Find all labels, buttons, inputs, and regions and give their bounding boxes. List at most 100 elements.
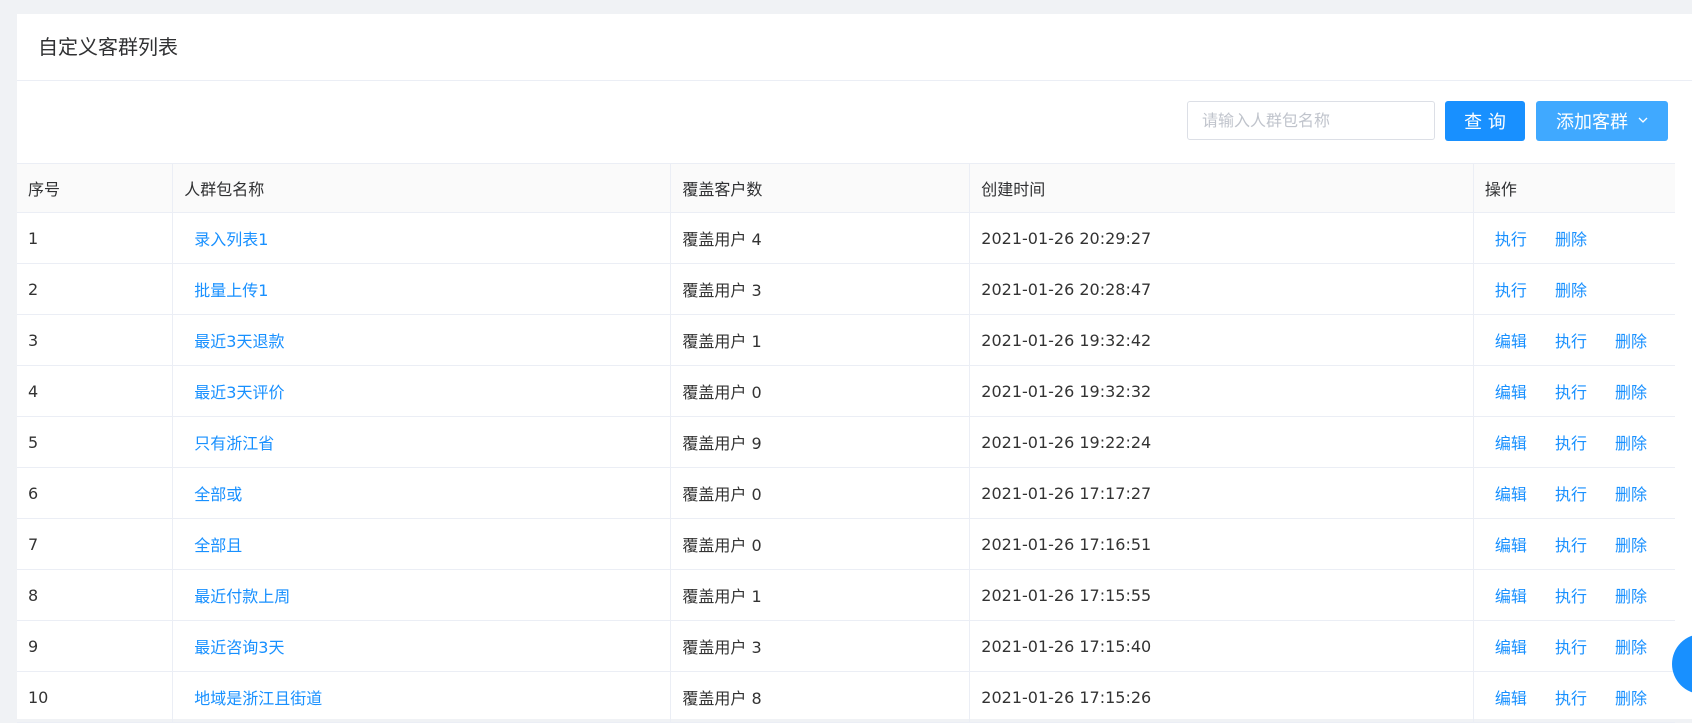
name-cell: 录入列表1: [172, 212, 672, 264]
audience-name-link[interactable]: 批量上传1: [194, 281, 268, 300]
edit-link[interactable]: 编辑: [1495, 685, 1527, 709]
ops-cell: 编辑 执行 删除: [1473, 671, 1675, 723]
audience-name-link[interactable]: 全部且: [194, 536, 242, 555]
edit-link[interactable]: 编辑: [1495, 328, 1527, 352]
page-title: 自定义客群列表: [17, 14, 1692, 81]
page-card: 自定义客群列表 查 询 添加客群 序号 人群包名称 覆盖客户数 创建时间 操作 …: [17, 14, 1692, 723]
time-cell: 2021-01-26 17:15:26: [969, 671, 1474, 723]
audience-name-link[interactable]: 录入列表1: [194, 230, 268, 249]
chevron-down-icon: [1638, 114, 1648, 128]
audience-name-link[interactable]: 只有浙江省: [194, 434, 274, 453]
audience-name-link[interactable]: 最近3天评价: [194, 383, 284, 402]
ops-cell: 编辑 执行 删除: [1473, 518, 1675, 570]
seq-cell: 7: [17, 518, 174, 570]
count-cell: 覆盖用户 3: [670, 620, 971, 672]
edit-link[interactable]: 编辑: [1495, 379, 1527, 403]
time-cell: 2021-01-26 17:15:55: [969, 569, 1474, 621]
delete-link[interactable]: 删除: [1615, 532, 1647, 556]
seq-cell: 1: [17, 212, 174, 264]
time-cell: 2021-01-26 20:28:47: [969, 263, 1474, 315]
execute-link[interactable]: 执行: [1555, 481, 1587, 505]
seq-cell: 3: [17, 314, 174, 366]
table-row: 10 地域是浙江且街道 覆盖用户 8 2021-01-26 17:15:26 编辑 执行 删…: [17, 671, 1675, 723]
count-cell: 覆盖用户 9: [670, 416, 971, 468]
execute-link[interactable]: 执行: [1555, 379, 1587, 403]
ops-cell: 编辑 执行 删除: [1473, 569, 1675, 621]
execute-link[interactable]: 执行: [1555, 532, 1587, 556]
execute-link[interactable]: 执行: [1555, 634, 1587, 658]
delete-link[interactable]: 删除: [1615, 685, 1647, 709]
name-cell: 最近咨询3天: [172, 620, 672, 672]
name-cell: 全部且: [172, 518, 672, 570]
time-cell: 2021-01-26 20:29:27: [969, 212, 1474, 264]
count-cell: 覆盖用户 0: [670, 365, 971, 417]
time-cell: 2021-01-26 17:15:40: [969, 620, 1474, 672]
audience-name-link[interactable]: 最近咨询3天: [194, 638, 284, 657]
table-body: 1 录入列表1 覆盖用户 4 2021-01-26 20:29:27 执行 删除 2 批量上传…: [17, 212, 1675, 723]
toolbar: 查 询 添加客群: [17, 81, 1692, 163]
count-cell: 覆盖用户 0: [670, 518, 971, 570]
edit-link[interactable]: 编辑: [1495, 532, 1527, 556]
count-cell: 覆盖用户 1: [670, 314, 971, 366]
audience-name-link[interactable]: 最近付款上周: [194, 587, 290, 606]
seq-cell: 2: [17, 263, 174, 315]
time-cell: 2021-01-26 19:22:24: [969, 416, 1474, 468]
ops-cell: 编辑 执行 删除: [1473, 314, 1675, 366]
delete-link[interactable]: 删除: [1615, 481, 1647, 505]
delete-link[interactable]: 删除: [1615, 583, 1647, 607]
column-header-time: 创建时间: [969, 163, 1474, 213]
execute-link[interactable]: 执行: [1495, 226, 1527, 250]
search-input[interactable]: [1187, 101, 1435, 140]
seq-cell: 5: [17, 416, 174, 468]
name-cell: 最近付款上周: [172, 569, 672, 621]
count-cell: 覆盖用户 0: [670, 467, 971, 519]
edit-link[interactable]: 编辑: [1495, 634, 1527, 658]
delete-link[interactable]: 删除: [1615, 379, 1647, 403]
ops-cell: 执行 删除: [1473, 212, 1675, 264]
query-button-label: 查 询: [1464, 112, 1506, 133]
ops-cell: 编辑 执行 删除: [1473, 620, 1675, 672]
name-cell: 只有浙江省: [172, 416, 672, 468]
delete-link[interactable]: 删除: [1555, 277, 1587, 301]
column-header-ops: 操作: [1473, 163, 1675, 213]
table-row: 6 全部或 覆盖用户 0 2021-01-26 17:17:27 编辑 执行 删除: [17, 467, 1675, 519]
seq-cell: 4: [17, 365, 174, 417]
execute-link[interactable]: 执行: [1555, 328, 1587, 352]
floating-help-button[interactable]: [1672, 634, 1692, 694]
add-group-button-label: 添加客群: [1556, 112, 1628, 133]
time-cell: 2021-01-26 19:32:32: [969, 365, 1474, 417]
delete-link[interactable]: 删除: [1555, 226, 1587, 250]
delete-link[interactable]: 删除: [1615, 634, 1647, 658]
audience-name-link[interactable]: 最近3天退款: [194, 332, 284, 351]
table-row: 9 最近咨询3天 覆盖用户 3 2021-01-26 17:15:40 编辑 执行 删除: [17, 620, 1675, 672]
column-header-seq: 序号: [17, 163, 174, 213]
edit-link[interactable]: 编辑: [1495, 583, 1527, 607]
audience-name-link[interactable]: 全部或: [194, 485, 242, 504]
edit-link[interactable]: 编辑: [1495, 481, 1527, 505]
execute-link[interactable]: 执行: [1555, 583, 1587, 607]
query-button[interactable]: 查 询: [1445, 101, 1525, 141]
name-cell: 最近3天评价: [172, 365, 672, 417]
audience-name-link[interactable]: 地域是浙江且街道: [194, 689, 322, 708]
seq-cell: 8: [17, 569, 174, 621]
table-row: 5 只有浙江省 覆盖用户 9 2021-01-26 19:22:24 编辑 执行 删除: [17, 416, 1675, 468]
count-cell: 覆盖用户 8: [670, 671, 971, 723]
execute-link[interactable]: 执行: [1555, 685, 1587, 709]
edit-link[interactable]: 编辑: [1495, 430, 1527, 454]
ops-cell: 编辑 执行 删除: [1473, 365, 1675, 417]
audience-table: 序号 人群包名称 覆盖客户数 创建时间 操作 1 录入列表1 覆盖用户 4 2021-…: [17, 163, 1675, 723]
name-cell: 最近3天退款: [172, 314, 672, 366]
count-cell: 覆盖用户 3: [670, 263, 971, 315]
count-cell: 覆盖用户 4: [670, 212, 971, 264]
delete-link[interactable]: 删除: [1615, 430, 1647, 454]
table-header-row: 序号 人群包名称 覆盖客户数 创建时间 操作: [17, 163, 1675, 213]
execute-link[interactable]: 执行: [1555, 430, 1587, 454]
column-header-name: 人群包名称: [172, 163, 672, 213]
table-row: 2 批量上传1 覆盖用户 3 2021-01-26 20:28:47 执行 删除: [17, 263, 1675, 315]
time-cell: 2021-01-26 19:32:42: [969, 314, 1474, 366]
seq-cell: 6: [17, 467, 174, 519]
add-group-button[interactable]: 添加客群: [1536, 101, 1668, 141]
delete-link[interactable]: 删除: [1615, 328, 1647, 352]
count-cell: 覆盖用户 1: [670, 569, 971, 621]
execute-link[interactable]: 执行: [1495, 277, 1527, 301]
